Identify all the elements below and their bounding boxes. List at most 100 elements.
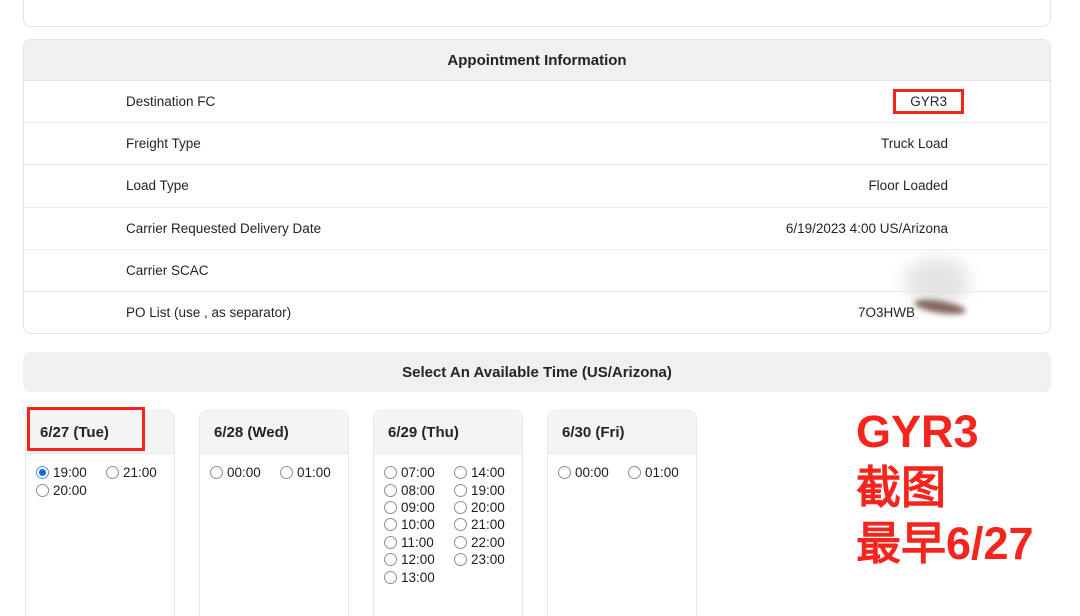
time-slot-label: 21:00: [471, 517, 505, 532]
time-slot-07-00[interactable]: 07:00: [384, 464, 454, 481]
radio-icon[interactable]: [384, 553, 397, 566]
time-slot-label: 20:00: [53, 483, 87, 498]
time-slot-label: 20:00: [471, 500, 505, 515]
day-header-6-30: 6/30 (Fri): [548, 411, 696, 454]
row-value-destination-fc: GYR3: [910, 94, 947, 109]
day-header-6-29: 6/29 (Thu): [374, 411, 522, 454]
time-slot-09-00[interactable]: 09:00: [384, 499, 454, 516]
time-slot-label: 07:00: [401, 465, 435, 480]
row-label-load-type: Load Type: [126, 178, 189, 193]
annotation-line: GYR3: [856, 404, 1034, 460]
row-value-po-list: 7O3HWB: [858, 305, 915, 320]
time-slot-23-00[interactable]: 23:00: [454, 551, 505, 568]
time-slot-19-00[interactable]: 19:00: [454, 481, 505, 498]
radio-icon[interactable]: [454, 484, 467, 497]
time-selection-header: Select An Available Time (US/Arizona): [23, 352, 1051, 392]
time-slot-label: 00:00: [227, 465, 261, 480]
time-slot-00-00[interactable]: 00:00: [210, 464, 280, 481]
time-slot-10-00[interactable]: 10:00: [384, 516, 454, 533]
day-card-6-27: 6/27 (Tue) 19:00 20:00 21:00: [25, 410, 175, 616]
radio-icon[interactable]: [36, 484, 49, 497]
radio-icon[interactable]: [454, 466, 467, 479]
time-slot-11-00[interactable]: 11:00: [384, 534, 454, 551]
day-card-6-29: 6/29 (Thu) 07:00 08:00 09:00: [373, 410, 523, 616]
time-slot-label: 01:00: [645, 465, 679, 480]
time-slot-13-00[interactable]: 13:00: [384, 568, 454, 585]
radio-icon[interactable]: [628, 466, 641, 479]
table-row: Freight Type Truck Load: [24, 123, 1050, 165]
appointment-information-header: Appointment Information: [24, 40, 1050, 81]
highlight-box-destination-fc: GYR3: [893, 89, 964, 114]
table-row: Load Type Floor Loaded: [24, 165, 1050, 207]
radio-icon[interactable]: [454, 518, 467, 531]
radio-icon[interactable]: [210, 466, 223, 479]
day-slots: 00:00 01:00: [548, 454, 696, 481]
radio-icon[interactable]: [454, 553, 467, 566]
red-annotation: GYR3 截图 最早6/27: [856, 404, 1034, 572]
time-slot-12-00[interactable]: 12:00: [384, 551, 454, 568]
radio-icon[interactable]: [106, 466, 119, 479]
row-label-destination-fc: Destination FC: [126, 94, 215, 109]
day-header-6-28: 6/28 (Wed): [200, 411, 348, 454]
time-slot-08-00[interactable]: 08:00: [384, 481, 454, 498]
radio-icon[interactable]: [384, 571, 397, 584]
table-row: Destination FC GYR3: [24, 81, 1050, 123]
radio-checked-icon[interactable]: [36, 466, 49, 479]
time-slot-label: 08:00: [401, 483, 435, 498]
annotation-line: 最早6/27: [856, 516, 1034, 572]
time-slot-14-00[interactable]: 14:00: [454, 464, 505, 481]
time-slot-label: 12:00: [401, 552, 435, 567]
time-slot-label: 22:00: [471, 535, 505, 550]
time-slot-label: 01:00: [297, 465, 331, 480]
time-slot-label: 19:00: [471, 483, 505, 498]
time-slot-20-00[interactable]: 20:00: [454, 499, 505, 516]
time-slot-22-00[interactable]: 22:00: [454, 534, 505, 551]
radio-icon[interactable]: [384, 518, 397, 531]
day-label: 6/29 (Thu): [388, 424, 459, 441]
radio-icon[interactable]: [280, 466, 293, 479]
time-slot-label: 19:00: [53, 465, 87, 480]
row-value-freight-type: Truck Load: [881, 136, 948, 151]
radio-icon[interactable]: [384, 484, 397, 497]
time-slot-21-00[interactable]: 21:00: [454, 516, 505, 533]
time-slot-label: 11:00: [401, 535, 434, 550]
day-card-6-28: 6/28 (Wed) 00:00 01:00: [199, 410, 349, 616]
day-label: 6/28 (Wed): [214, 424, 289, 441]
time-slot-01-00[interactable]: 01:00: [280, 464, 331, 481]
row-label-carrier-requested-delivery-date: Carrier Requested Delivery Date: [126, 221, 321, 236]
row-value-load-type: Floor Loaded: [868, 178, 948, 193]
time-slot-label: 00:00: [575, 465, 609, 480]
time-slot-21-00[interactable]: 21:00: [106, 464, 157, 481]
time-slot-label: 13:00: [401, 570, 435, 585]
radio-icon[interactable]: [558, 466, 571, 479]
row-label-po-list: PO List (use , as separator): [126, 305, 291, 320]
annotation-line: 截图: [856, 460, 1034, 516]
previous-panel-partial: [23, 0, 1051, 27]
row-label-freight-type: Freight Type: [126, 136, 201, 151]
radio-icon[interactable]: [384, 466, 397, 479]
time-slot-19-00[interactable]: 19:00: [36, 464, 106, 481]
day-cards: 6/27 (Tue) 19:00 20:00 21:00: [25, 410, 697, 616]
time-slot-01-00[interactable]: 01:00: [628, 464, 679, 481]
radio-icon[interactable]: [454, 501, 467, 514]
day-slots: 00:00 01:00: [200, 454, 348, 481]
table-row: Carrier Requested Delivery Date 6/19/202…: [24, 208, 1050, 250]
row-value-carrier-requested-delivery-date: 6/19/2023 4:00 US/Arizona: [786, 221, 948, 236]
section-title: Select An Available Time (US/Arizona): [402, 364, 672, 381]
radio-icon[interactable]: [384, 536, 397, 549]
time-slot-00-00[interactable]: 00:00: [558, 464, 628, 481]
radio-icon[interactable]: [384, 501, 397, 514]
day-label: 6/27 (Tue): [40, 424, 109, 441]
time-slot-label: 10:00: [401, 517, 435, 532]
time-slot-label: 09:00: [401, 500, 435, 515]
time-slot-20-00[interactable]: 20:00: [36, 481, 106, 498]
time-slot-label: 23:00: [471, 552, 505, 567]
appointment-information-panel: Appointment Information Destination FC G…: [23, 39, 1051, 334]
table-row: Carrier SCAC: [24, 250, 1050, 292]
day-label: 6/30 (Fri): [562, 424, 625, 441]
radio-icon[interactable]: [454, 536, 467, 549]
time-slot-label: 21:00: [123, 465, 157, 480]
table-row: PO List (use , as separator) 7O3HWB: [24, 292, 1050, 333]
day-slots: 07:00 08:00 09:00 10:00: [374, 454, 522, 586]
day-slots: 19:00 20:00 21:00: [26, 454, 174, 499]
